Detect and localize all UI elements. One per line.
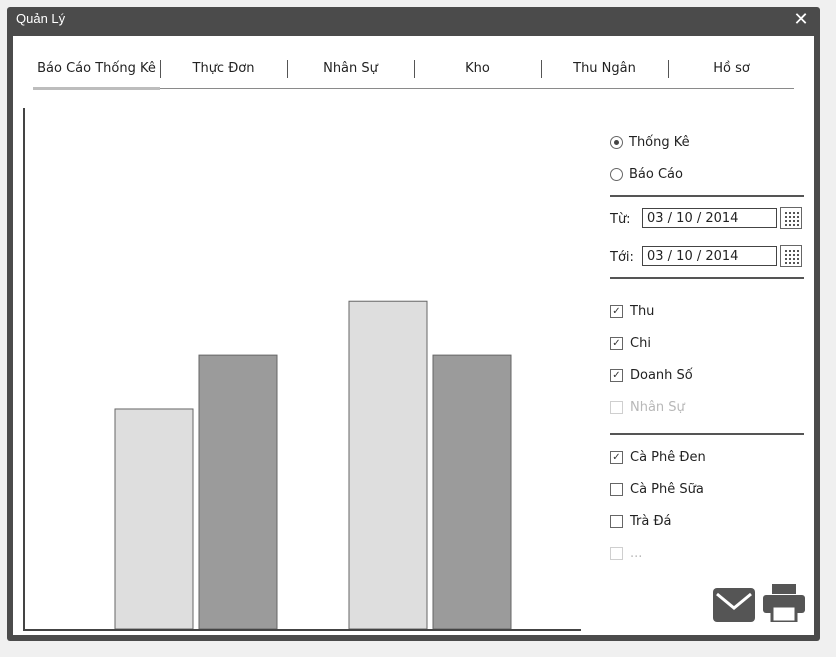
tab-nhan-su[interactable]: Nhân Sự — [287, 58, 414, 88]
checkbox-ca-phe-sua[interactable]: Cà Phê Sữa — [610, 479, 704, 499]
checkbox-checked-icon[interactable]: ✓ — [610, 450, 623, 464]
checkbox-chi[interactable]: ✓ Chi — [610, 333, 651, 353]
to-label: Tới: — [610, 250, 634, 265]
tab-thu-ngan[interactable]: Thu Ngân — [541, 58, 668, 88]
checkbox-label: Nhân Sự — [630, 399, 685, 415]
main-panel: Báo Cáo Thống Kê Thực Đơn Nhân Sự Kho Th… — [13, 36, 814, 635]
bar-series2-group1 — [198, 354, 278, 630]
to-calendar-button[interactable] — [780, 245, 802, 267]
to-date-input[interactable]: 03 / 10 / 2014 — [642, 246, 777, 266]
divider — [610, 277, 804, 279]
divider — [610, 433, 804, 435]
radio-label: Thống Kê — [629, 134, 690, 150]
mail-icon[interactable] — [713, 588, 755, 622]
tab-kho[interactable]: Kho — [414, 58, 541, 88]
tab-bar: Báo Cáo Thống Kê Thực Đơn Nhân Sự Kho Th… — [33, 58, 795, 90]
title-bar: Quản Lý ✕ — [7, 7, 820, 36]
bar-chart — [23, 108, 581, 631]
checkbox-label: Trà Đá — [630, 513, 672, 529]
checkbox-doanh-so[interactable]: ✓ Doanh Số — [610, 365, 693, 385]
checkbox-unchecked-icon[interactable] — [610, 482, 623, 496]
calendar-icon — [785, 212, 799, 226]
checkbox-label: ... — [630, 545, 643, 561]
checkbox-unchecked-icon[interactable] — [610, 514, 623, 528]
checkbox-disabled-icon — [610, 400, 623, 414]
bar-series2-group2 — [432, 354, 512, 630]
checkbox-checked-icon[interactable]: ✓ — [610, 336, 623, 350]
radio-thong-ke[interactable]: Thống Kê — [610, 132, 690, 152]
checkbox-disabled-icon — [610, 546, 623, 560]
radio-bao-cao[interactable]: Báo Cáo — [610, 164, 683, 184]
tab-ho-so[interactable]: Hồ sơ — [668, 58, 795, 88]
printer-icon[interactable] — [763, 584, 805, 622]
window-title: Quản Lý — [16, 11, 66, 26]
checkbox-checked-icon[interactable]: ✓ — [610, 368, 623, 382]
from-date-input[interactable]: 03 / 10 / 2014 — [642, 208, 777, 228]
close-icon[interactable]: ✕ — [792, 9, 810, 31]
checkbox-label: Cà Phê Đen — [630, 449, 706, 465]
bar-series1-group1 — [114, 408, 194, 630]
tab-bao-cao-thong-ke[interactable]: Báo Cáo Thống Kê — [33, 58, 160, 90]
tab-thuc-don[interactable]: Thực Đơn — [160, 58, 287, 88]
app-window: Quản Lý ✕ Báo Cáo Thống Kê Thực Đơn Nhân… — [7, 7, 820, 641]
radio-label: Báo Cáo — [629, 166, 683, 182]
checkbox-label: Cà Phê Sữa — [630, 481, 704, 497]
radio-unselected-icon[interactable] — [610, 167, 623, 181]
checkbox-label: Thu — [630, 303, 655, 319]
from-label: Từ: — [610, 212, 631, 227]
checkbox-checked-icon[interactable]: ✓ — [610, 304, 623, 318]
checkbox-ca-phe-den[interactable]: ✓ Cà Phê Đen — [610, 447, 706, 467]
checkbox-thu[interactable]: ✓ Thu — [610, 301, 654, 321]
from-calendar-button[interactable] — [780, 207, 802, 229]
checkbox-tra-da[interactable]: Trà Đá — [610, 511, 672, 531]
checkbox-label: Chi — [630, 335, 651, 351]
radio-selected-icon[interactable] — [610, 135, 623, 149]
bar-series1-group2 — [348, 300, 428, 630]
divider — [610, 195, 804, 197]
calendar-icon — [785, 250, 799, 264]
checkbox-more: ... — [610, 543, 642, 563]
checkbox-nhan-su: Nhân Sự — [610, 397, 685, 417]
checkbox-label: Doanh Số — [630, 367, 693, 383]
